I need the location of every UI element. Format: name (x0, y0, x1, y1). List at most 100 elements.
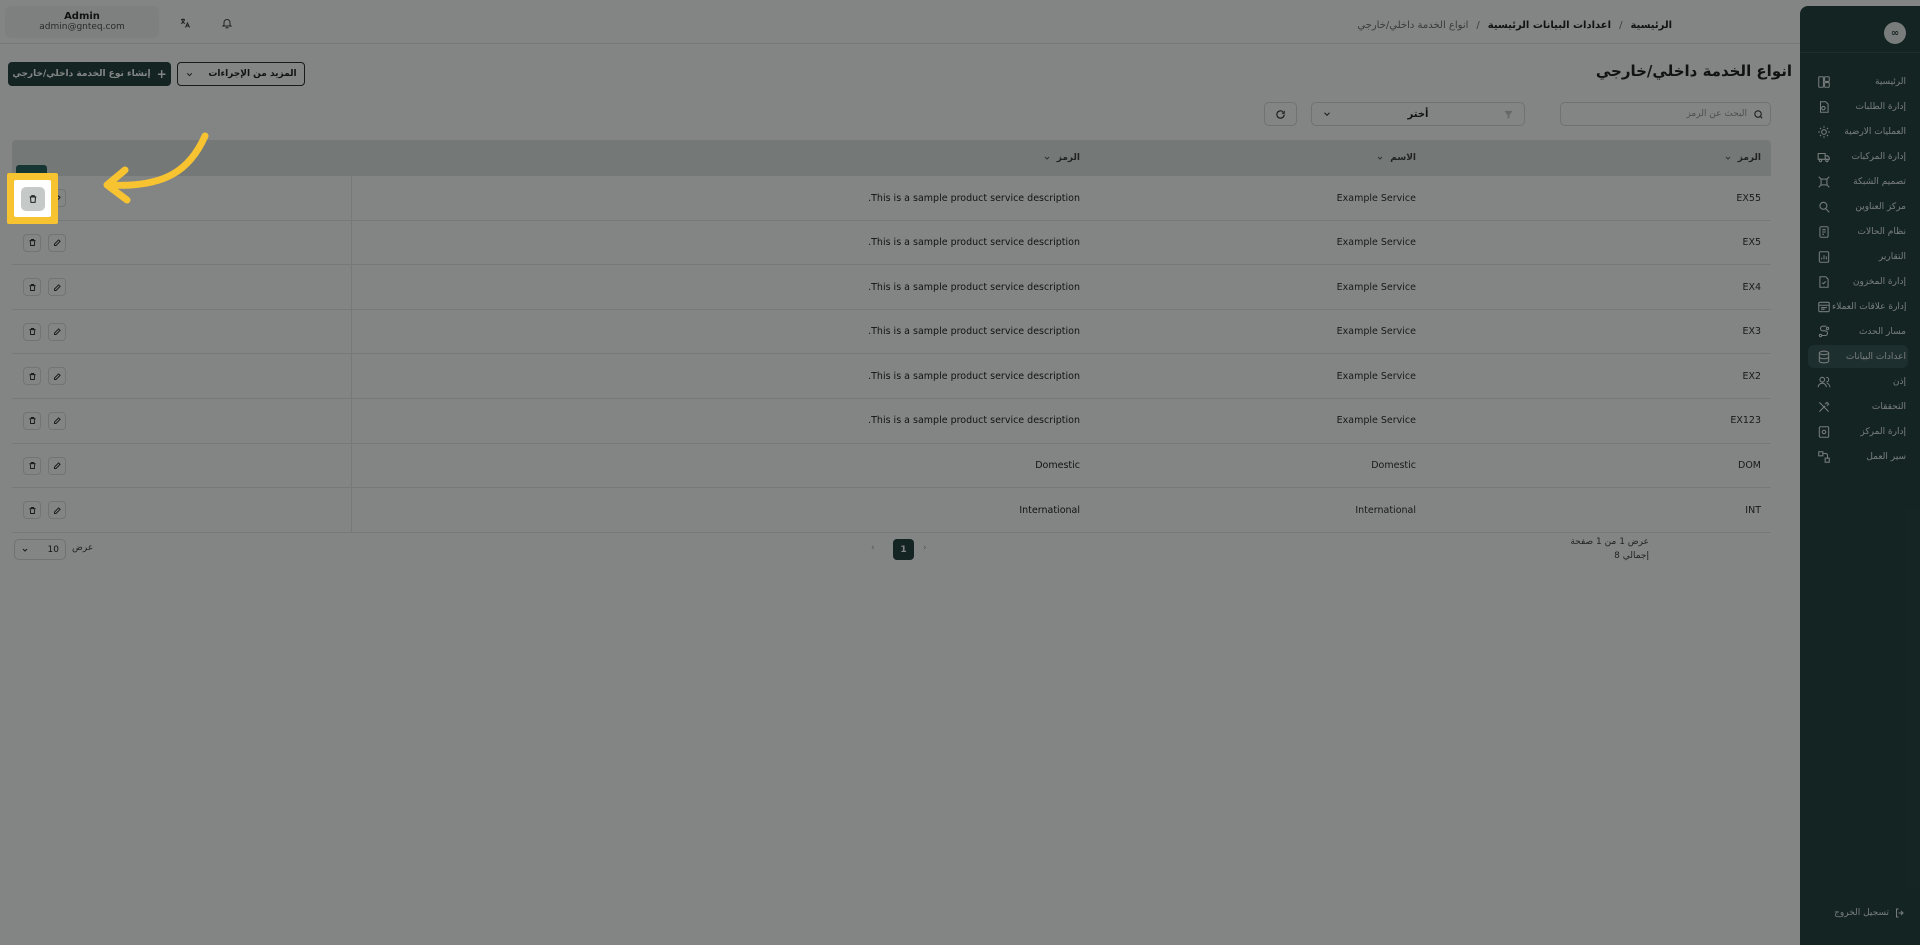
sidebar-item-orders[interactable]: إدارة الطلبات (1808, 95, 1908, 118)
table-row[interactable]: EX2 Example Service This is a sample pro… (12, 354, 1771, 399)
logout-button[interactable]: تسجيل الخروج (1814, 907, 1906, 919)
sidebar-item-status[interactable]: نظام الحالات (1808, 220, 1908, 243)
sidebar-item-label: إدارة المخزون (1852, 276, 1906, 287)
cell-description: This is a sample product service descrip… (868, 370, 1080, 382)
breadcrumb-home[interactable]: الرئيسية (1630, 20, 1672, 31)
workflow-icon (1816, 449, 1832, 465)
cell-description: Domestic (1035, 460, 1080, 472)
reports-icon (1816, 249, 1832, 265)
sidebar-item-database[interactable]: اعدادات البيانات (1808, 345, 1908, 368)
search-field[interactable] (1560, 102, 1771, 126)
pencil-icon (53, 417, 61, 425)
edit-button[interactable] (48, 278, 66, 297)
delete-button[interactable] (23, 322, 41, 341)
top-bar: Admin admin@gnteq.com الرئيسية/اعدادات ا… (0, 0, 1800, 44)
sidebar-item-route[interactable]: مسار الحدث (1808, 320, 1908, 343)
edit-button[interactable] (48, 367, 66, 386)
cell-name: Example Service (1336, 192, 1416, 204)
user-menu[interactable]: Admin admin@gnteq.com (5, 6, 159, 38)
delete-button[interactable] (23, 367, 41, 386)
sidebar-item-tools[interactable]: التحققات (1808, 395, 1908, 418)
search-input[interactable] (1567, 109, 1747, 119)
cell-name: International (1355, 504, 1416, 516)
data-table: الرمز الاسم الرمز EX55 Example Service T… (12, 140, 1771, 533)
tools-icon (1816, 399, 1832, 415)
language-button[interactable] (174, 12, 196, 34)
page-size-select[interactable]: 10 (14, 539, 66, 560)
edit-button[interactable] (48, 456, 66, 475)
bell-icon (221, 19, 233, 29)
row-actions (12, 488, 352, 533)
cell-description: This is a sample product service descrip… (868, 415, 1080, 427)
sidebar-item-label: العمليات الارضية (1844, 126, 1906, 137)
sidebar-item-crm[interactable]: إدارة علاقات العملاء (1808, 295, 1908, 318)
sidebar-item-inventory[interactable]: إدارة المخزون (1808, 270, 1908, 293)
breadcrumb-section[interactable]: اعدادات البيانات الرئيسية (1488, 20, 1611, 31)
page-button-current[interactable]: 1 (893, 539, 914, 560)
users-icon (1816, 374, 1832, 390)
column-header-description[interactable]: الرمز (1043, 140, 1080, 176)
sidebar-item-label: إدارة علاقات العملاء (1832, 301, 1907, 312)
cell-name: Example Service (1336, 415, 1416, 427)
column-header-name[interactable]: الاسم (1376, 140, 1416, 176)
row-actions (12, 443, 352, 488)
refresh-button[interactable] (1264, 102, 1297, 126)
highlighted-delete-button[interactable] (14, 180, 51, 217)
sidebar-item-truck[interactable]: إدارة المركبات (1808, 145, 1908, 168)
table-row[interactable]: INT International International (12, 488, 1771, 533)
sidebar-item-network[interactable]: تصميم الشبكة (1808, 170, 1908, 193)
logout-label: تسجيل الخروج (1834, 908, 1889, 918)
sidebar-item-reports[interactable]: التقارير (1808, 245, 1908, 268)
table-row[interactable]: EX4 Example Service This is a sample pro… (12, 265, 1771, 310)
hub-icon (1816, 424, 1832, 440)
next-page-icon[interactable]: › (923, 543, 927, 553)
edit-button[interactable] (48, 411, 66, 430)
sidebar-nav: الرئيسية إدارة الطلبات العمليات الارضية إدا… (1800, 70, 1920, 470)
orders-icon (1816, 99, 1832, 115)
edit-button[interactable] (48, 501, 66, 520)
pencil-icon (53, 328, 61, 336)
more-actions-button[interactable]: المزيد من الإجراءات (177, 62, 305, 86)
table-body: EX55 Example Service This is a sample pr… (12, 176, 1771, 533)
row-actions (12, 398, 352, 443)
notifications-button[interactable] (216, 12, 238, 34)
delete-button[interactable] (23, 456, 41, 475)
chevron-down-icon (1324, 112, 1330, 116)
create-service-type-button[interactable]: + إنشاء نوع الخدمة داخلي/خارجي (8, 62, 171, 86)
sidebar-item-ground-ops[interactable]: العمليات الارضية (1808, 120, 1908, 143)
page-info: عرض 1 من 1 صفحة إجمالي 8 (1570, 535, 1649, 563)
cell-code: DOM (1738, 460, 1761, 472)
cell-description: This is a sample product service descrip… (868, 192, 1080, 204)
sidebar-item-label: إدارة الطلبات (1855, 101, 1906, 112)
table-row[interactable]: EX3 Example Service This is a sample pro… (12, 309, 1771, 355)
status-icon (1816, 224, 1832, 240)
sidebar-item-hub[interactable]: إدارة المركز (1808, 420, 1908, 443)
page-title: انواع الخدمة داخلي/خارجي (1595, 62, 1792, 80)
page-size-value: 10 (47, 544, 59, 555)
column-header-code[interactable]: الرمز (1724, 140, 1761, 176)
cell-code: INT (1745, 504, 1761, 516)
filter-select[interactable]: أختر (1311, 102, 1525, 126)
page-info-text: عرض 1 من 1 صفحة (1570, 537, 1649, 547)
delete-button[interactable] (23, 233, 41, 252)
table-row[interactable]: DOM Domestic Domestic (12, 443, 1771, 489)
edit-button[interactable] (48, 322, 66, 341)
cell-name: Example Service (1336, 326, 1416, 338)
sidebar-item-layout[interactable]: الرئيسية (1808, 70, 1908, 93)
sidebar-item-label: التقارير (1878, 251, 1906, 262)
prev-page-icon[interactable]: ‹ (871, 543, 875, 553)
table-row[interactable]: EX5 Example Service This is a sample pro… (12, 220, 1771, 266)
sidebar-item-workflow[interactable]: سير العمل (1808, 445, 1908, 468)
pencil-icon (53, 283, 61, 291)
sidebar-item-address[interactable]: مركز العناوين (1808, 195, 1908, 218)
user-name: Admin (64, 11, 100, 22)
delete-button[interactable] (23, 411, 41, 430)
delete-button[interactable] (23, 501, 41, 520)
edit-button[interactable] (48, 233, 66, 252)
sidebar-item-label: مركز العناوين (1855, 201, 1906, 212)
table-row[interactable]: EX123 Example Service This is a sample p… (12, 398, 1771, 444)
cell-code: EX4 (1742, 281, 1761, 293)
delete-button[interactable] (23, 278, 41, 297)
sidebar-item-users[interactable]: إذن (1808, 370, 1908, 393)
table-row[interactable]: EX55 Example Service This is a sample pr… (12, 176, 1771, 221)
